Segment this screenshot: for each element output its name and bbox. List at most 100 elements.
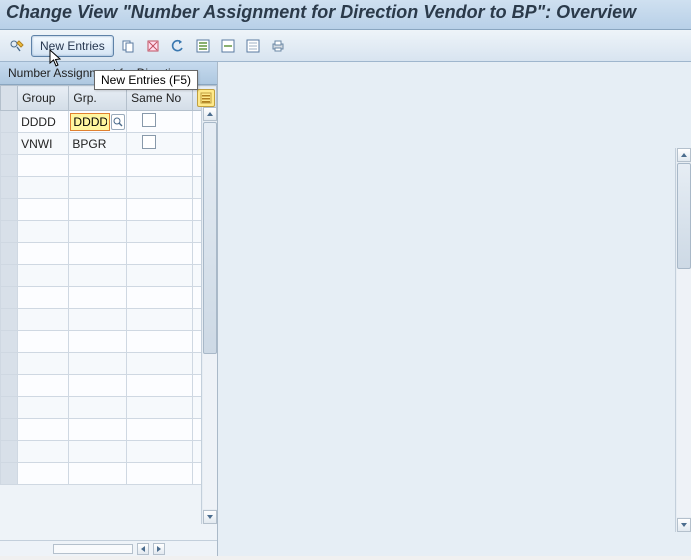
empty-cell[interactable] [69, 397, 127, 419]
cell-group[interactable]: DDDD [18, 111, 69, 133]
same-no-checkbox[interactable] [142, 135, 156, 149]
scroll-up-button[interactable] [203, 107, 217, 121]
toggle-display-change-button[interactable] [6, 35, 28, 57]
empty-cell[interactable] [18, 331, 69, 353]
win-scroll-down-button[interactable] [677, 518, 691, 532]
scroll-track[interactable] [203, 122, 217, 509]
empty-cell[interactable] [18, 353, 69, 375]
empty-cell[interactable] [69, 177, 127, 199]
empty-cell[interactable] [127, 309, 193, 331]
row-selector[interactable] [1, 243, 18, 265]
grp-input[interactable] [70, 113, 110, 131]
scroll-thumb[interactable] [203, 122, 217, 354]
empty-cell[interactable] [69, 353, 127, 375]
empty-cell[interactable] [127, 397, 193, 419]
empty-cell[interactable] [18, 441, 69, 463]
empty-cell[interactable] [18, 177, 69, 199]
f4-help-button[interactable] [111, 114, 125, 130]
copy-as-button[interactable] [117, 35, 139, 57]
empty-cell[interactable] [127, 243, 193, 265]
empty-cell[interactable] [69, 309, 127, 331]
empty-cell[interactable] [18, 199, 69, 221]
empty-cell[interactable] [18, 419, 69, 441]
cell-grp[interactable] [69, 111, 127, 133]
empty-cell[interactable] [69, 331, 127, 353]
delete-button[interactable] [142, 35, 164, 57]
empty-cell[interactable] [18, 375, 69, 397]
empty-cell[interactable] [127, 375, 193, 397]
empty-cell[interactable] [127, 419, 193, 441]
empty-cell[interactable] [18, 309, 69, 331]
row-selector[interactable] [1, 177, 18, 199]
empty-cell[interactable] [127, 265, 193, 287]
table-settings-icon[interactable] [197, 89, 215, 107]
empty-cell[interactable] [69, 221, 127, 243]
row-selector[interactable] [1, 155, 18, 177]
cell-same-no[interactable] [127, 111, 193, 133]
empty-cell[interactable] [69, 463, 127, 485]
row-selector[interactable] [1, 309, 18, 331]
win-scroll-track[interactable] [677, 163, 691, 517]
undo-button[interactable] [167, 35, 189, 57]
empty-cell[interactable] [69, 265, 127, 287]
cell-same-no[interactable] [127, 133, 193, 155]
empty-cell[interactable] [69, 419, 127, 441]
empty-cell[interactable] [18, 265, 69, 287]
empty-cell[interactable] [18, 397, 69, 419]
col-group[interactable]: Group [18, 86, 69, 111]
empty-cell[interactable] [18, 287, 69, 309]
empty-cell[interactable] [127, 287, 193, 309]
empty-cell[interactable] [127, 177, 193, 199]
deselect-all-button[interactable] [242, 35, 264, 57]
column-resize-handle[interactable] [53, 544, 133, 554]
empty-cell[interactable] [18, 463, 69, 485]
empty-cell[interactable] [69, 155, 127, 177]
row-selector[interactable] [1, 397, 18, 419]
empty-cell[interactable] [127, 221, 193, 243]
row-selector-header[interactable] [1, 86, 18, 111]
same-no-checkbox[interactable] [142, 113, 156, 127]
new-entries-tooltip: New Entries (F5) [94, 70, 198, 90]
row-selector[interactable] [1, 133, 18, 155]
empty-cell[interactable] [127, 199, 193, 221]
empty-cell[interactable] [18, 155, 69, 177]
cell-grp[interactable]: BPGR [69, 133, 127, 155]
row-selector[interactable] [1, 265, 18, 287]
row-selector[interactable] [1, 463, 18, 485]
row-selector[interactable] [1, 287, 18, 309]
scroll-down-button[interactable] [203, 510, 217, 524]
print-button[interactable] [267, 35, 289, 57]
win-scroll-up-button[interactable] [677, 148, 691, 162]
row-selector[interactable] [1, 375, 18, 397]
empty-cell[interactable] [69, 243, 127, 265]
panel-vertical-scrollbar[interactable] [201, 107, 217, 524]
empty-cell[interactable] [127, 463, 193, 485]
new-entries-button[interactable]: New Entries [31, 35, 114, 57]
empty-cell[interactable] [127, 331, 193, 353]
cell-group[interactable]: VNWI [18, 133, 69, 155]
win-scroll-thumb[interactable] [677, 163, 691, 269]
empty-cell[interactable] [69, 287, 127, 309]
select-block-button[interactable] [217, 35, 239, 57]
row-selector[interactable] [1, 221, 18, 243]
row-selector[interactable] [1, 419, 18, 441]
row-selector[interactable] [1, 331, 18, 353]
empty-cell[interactable] [127, 353, 193, 375]
empty-cell[interactable] [127, 441, 193, 463]
row-selector[interactable] [1, 199, 18, 221]
row-selector[interactable] [1, 441, 18, 463]
table-row-empty [1, 309, 217, 331]
empty-cell[interactable] [69, 441, 127, 463]
hscroll-right-button[interactable] [153, 543, 165, 555]
table-row-empty [1, 177, 217, 199]
hscroll-left-button[interactable] [137, 543, 149, 555]
row-selector[interactable] [1, 353, 18, 375]
empty-cell[interactable] [18, 243, 69, 265]
empty-cell[interactable] [18, 221, 69, 243]
window-vertical-scrollbar[interactable] [675, 148, 691, 532]
empty-cell[interactable] [69, 375, 127, 397]
row-selector[interactable] [1, 111, 18, 133]
empty-cell[interactable] [127, 155, 193, 177]
select-all-button[interactable] [192, 35, 214, 57]
empty-cell[interactable] [69, 199, 127, 221]
